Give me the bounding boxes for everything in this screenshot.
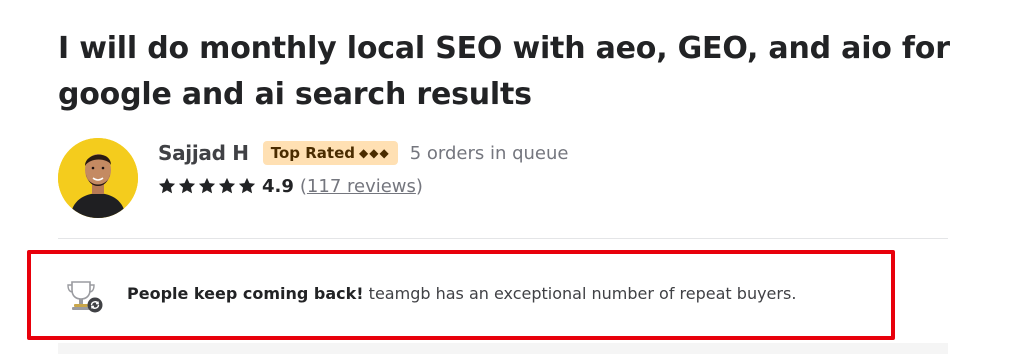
seller-avatar[interactable] [58, 138, 138, 218]
star-icon [238, 177, 256, 194]
star-icon [218, 177, 236, 194]
orders-in-queue: 5 orders in queue [409, 142, 569, 164]
badge-diamonds-icon: ◆◆◆ [359, 146, 390, 160]
rating-line: 4.9 (117 reviews) [158, 172, 568, 200]
rating-stars [158, 177, 258, 195]
next-section-panel [58, 343, 948, 354]
badge-label: Top Rated [270, 144, 355, 162]
repeat-buyers-message: People keep coming back! teamgb has an e… [127, 284, 796, 303]
seller-overview: Sajjad H Top Rated ◆◆◆ 5 orders in queue… [58, 138, 568, 218]
top-rated-badge: Top Rated ◆◆◆ [262, 141, 398, 165]
repeat-buyers-headline: People keep coming back! [127, 284, 364, 303]
seller-header-line: Sajjad H Top Rated ◆◆◆ 5 orders in queue [158, 138, 568, 168]
star-icon [198, 177, 216, 194]
reviews-close-paren: ) [415, 175, 423, 197]
reviews-count: (117 reviews) [300, 176, 423, 197]
star-icon [178, 177, 196, 194]
trophy-repeat-icon [67, 281, 103, 313]
rating-score: 4.9 [262, 175, 294, 197]
seller-avatar-image [58, 138, 138, 218]
repeat-buyers-detail: teamgb has an exceptional number of repe… [363, 284, 797, 303]
seller-name[interactable]: Sajjad H [158, 141, 249, 165]
section-divider [58, 238, 948, 239]
reviews-open-paren: ( [299, 175, 307, 197]
star-icon [158, 177, 176, 194]
seller-info: Sajjad H Top Rated ◆◆◆ 5 orders in queue… [158, 138, 568, 200]
gig-title: I will do monthly local SEO with aeo, GE… [58, 31, 950, 112]
reviews-link[interactable]: 117 reviews [307, 176, 416, 197]
